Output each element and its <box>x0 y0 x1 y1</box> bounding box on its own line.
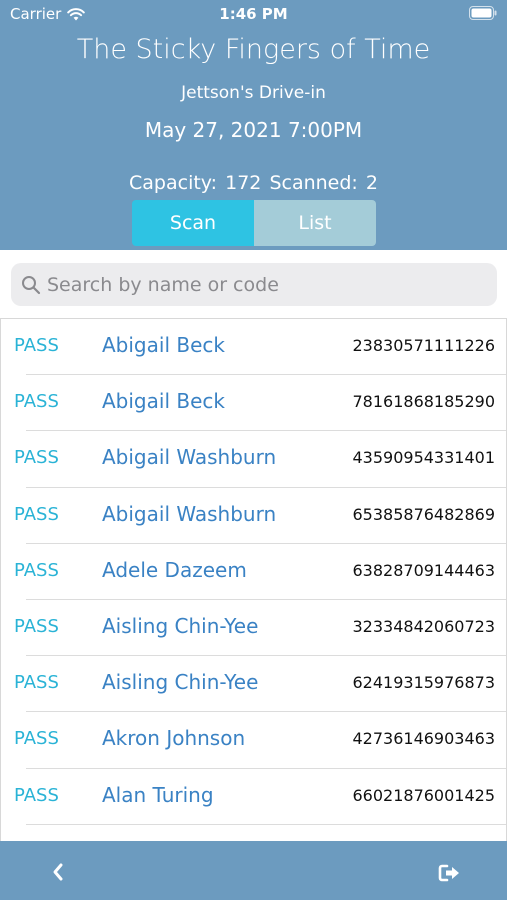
attendee-name: Abigail Washburn <box>102 501 277 526</box>
ticket-code: 65385876482869 <box>352 504 495 524</box>
bottom-toolbar <box>0 841 507 900</box>
attendee-list[interactable]: PASS Abigail Beck 23830571111226 PASS Abigai… <box>0 318 507 841</box>
ticket-code: 43590954331401 <box>352 448 495 468</box>
ticket-status: PASS <box>14 503 59 525</box>
status-time: 1:46 PM <box>219 5 288 23</box>
ticket-status: PASS <box>14 559 59 581</box>
search-field[interactable] <box>11 263 497 306</box>
list-item[interactable]: PASS Abigail Beck 78161868185290 <box>1 375 506 432</box>
attendee-name: Abigail Beck <box>102 333 225 357</box>
search-icon <box>22 275 41 294</box>
ticket-code: 63828709144463 <box>352 560 495 580</box>
event-venue: Jettson's Drive-in <box>181 83 326 103</box>
ticket-status: PASS <box>14 784 59 806</box>
attendee-name: Abigail Washburn <box>102 445 277 470</box>
ticket-code: 42736146903463 <box>352 729 495 749</box>
capacity-label: Capacity: <box>129 172 218 194</box>
list-item[interactable]: PASS Abigail Washburn 43590954331401 <box>1 431 506 488</box>
list-item[interactable]: PASS Adele Dazeem 63828709144463 <box>1 544 506 601</box>
ticket-status: PASS <box>14 728 59 750</box>
ticket-code: 32334842060723 <box>352 616 495 636</box>
attendee-name: Aisling Chin-Yee <box>102 670 259 695</box>
back-button[interactable] <box>44 858 72 886</box>
header: Carrier 1:46 PM The Sticky Fingers of Ti… <box>0 0 507 250</box>
event-title: The Sticky Fingers of Time <box>76 34 431 65</box>
attendee-name: Abigail Beck <box>102 389 225 414</box>
list-item[interactable]: PASS Abigail Washburn 65385876482869 <box>1 488 506 544</box>
logout-icon <box>438 864 459 882</box>
ticket-status: PASS <box>14 672 59 694</box>
list-item[interactable]: PASS Aisling Chin-Yee 62419315976873 <box>1 656 506 713</box>
list-item[interactable]: PASS Alan Turing 66021876001425 <box>1 769 506 825</box>
ticket-status: PASS <box>14 391 59 413</box>
scanned-value: 2 <box>365 172 378 194</box>
ticket-code: 66021876001425 <box>352 785 495 805</box>
logout-button[interactable] <box>436 859 464 887</box>
attendee-name: Adele Dazeem <box>102 557 247 582</box>
ticket-code: 23830571111226 <box>352 336 495 355</box>
event-datetime: May 27, 2021 7:00PM <box>144 118 363 142</box>
chevron-left-icon <box>53 863 63 881</box>
view-switcher: Scan List <box>132 200 376 246</box>
search-bar <box>0 250 507 318</box>
attendee-name: Akron Johnson <box>102 726 246 751</box>
ticket-code: 78161868185290 <box>352 392 495 412</box>
list-item[interactable]: PASS Abigail Beck 23830571111226 <box>1 319 506 376</box>
attendee-name: Aisling Chin-Yee <box>102 613 259 638</box>
search-input[interactable] <box>47 263 497 306</box>
scanned-label: Scanned: <box>269 172 358 194</box>
capacity-value: 172 <box>225 172 262 194</box>
ticket-status: PASS <box>14 615 59 637</box>
tab-list[interactable]: List <box>254 200 376 246</box>
list-item[interactable]: PASS Aisling Chin-Yee 32334842060723 <box>1 600 506 657</box>
ticket-status: PASS <box>14 447 59 469</box>
ticket-code: 62419315976873 <box>352 673 495 693</box>
battery-icon <box>469 6 497 24</box>
tab-scan[interactable]: Scan <box>132 200 254 246</box>
status-bar: Carrier 1:46 PM <box>0 0 507 28</box>
ticket-status: PASS <box>14 335 59 356</box>
list-item[interactable]: PASS Akron Johnson 42736146903463 <box>1 712 506 769</box>
capacity-stats: Capacity: 172 Scanned: 2 <box>0 172 507 194</box>
attendee-name: Alan Turing <box>102 782 214 807</box>
